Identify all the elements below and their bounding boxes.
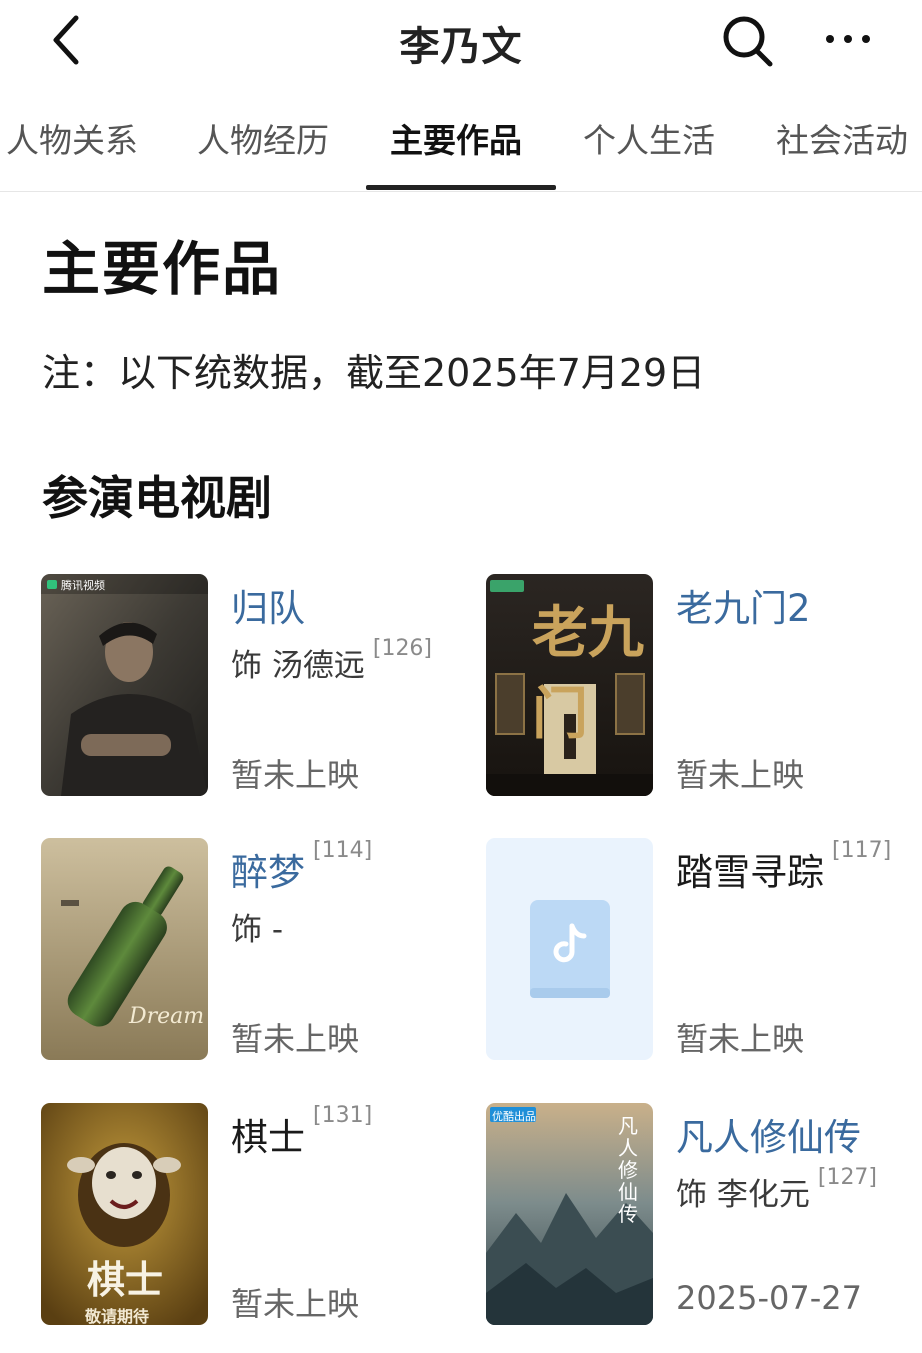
poster-placeholder — [486, 838, 653, 1060]
poster-image: 腾讯视频 — [41, 574, 208, 796]
work-card[interactable]: 优酷出品 凡人修仙传 凡人修仙传 饰 李化元 [127] 2025-07-27 — [486, 1103, 906, 1327]
tab-social-activities[interactable]: 社会活动 — [776, 114, 908, 162]
work-card[interactable]: 踏雪寻踪[117] 暂未上映 — [486, 838, 906, 1062]
release-status: 暂未上映 — [231, 1285, 360, 1323]
work-card[interactable]: 腾讯视频 归队 饰 汤德远 [126] 暂未上映 — [41, 574, 461, 798]
page-title: 李乃文 — [399, 24, 523, 70]
top-bar: 李乃文 — [0, 0, 922, 90]
poster-badge: 优酷出品 — [492, 1110, 536, 1123]
poster-title-art: 凡人修仙传 — [618, 1114, 638, 1226]
poster-badge: 腾讯视频 — [61, 579, 105, 592]
work-title[interactable]: 归队 — [231, 578, 305, 632]
work-card[interactable]: Dream 醉梦[114] 饰 - 暂未上映 — [41, 838, 461, 1062]
search-icon[interactable] — [718, 12, 776, 70]
poster-image: 优酷出品 凡人修仙传 — [486, 1103, 653, 1325]
citation-ref[interactable]: [114] — [313, 838, 372, 863]
section-title: 主要作品 — [42, 235, 283, 303]
work-title[interactable]: 老九门2 — [676, 578, 811, 632]
release-status: 暂未上映 — [231, 1020, 360, 1058]
tab-main-works[interactable]: 主要作品 — [390, 114, 522, 162]
work-role: 饰 汤德远 [126] — [231, 636, 433, 684]
poster-subtitle: 敬请期待 — [85, 1307, 150, 1325]
work-role: 饰 李化元 [127] — [676, 1165, 878, 1213]
poster-image: 老九门 — [486, 574, 653, 796]
citation-ref[interactable]: [126] — [373, 636, 432, 661]
data-note: 注：以下统数据，截至2025年7月29日 — [42, 351, 706, 395]
work-title[interactable]: 棋士[131] — [231, 1103, 372, 1161]
release-date: 2025-07-27 — [676, 1279, 862, 1317]
work-title[interactable]: 醉梦[114] — [231, 838, 372, 896]
poster-title-art: Dream — [129, 1004, 205, 1029]
work-card[interactable]: 老九门 老九门2 暂未上映 — [486, 574, 906, 798]
work-card[interactable]: 棋士 敬请期待 棋士[131] 暂未上映 — [41, 1103, 461, 1327]
tab-personal-life[interactable]: 个人生活 — [583, 114, 715, 162]
poster-image: Dream — [41, 838, 208, 1060]
citation-ref[interactable]: [131] — [313, 1103, 372, 1128]
release-status: 暂未上映 — [231, 756, 360, 794]
tab-relationships[interactable]: 人物关系 — [6, 114, 138, 162]
poster-title-art: 老九门 — [532, 600, 644, 747]
music-note-icon — [553, 923, 587, 963]
tab-experience[interactable]: 人物经历 — [197, 114, 329, 162]
work-title[interactable]: 凡人修仙传 — [676, 1107, 861, 1161]
more-options-icon[interactable] — [824, 24, 872, 54]
tab-bar: 人物关系 人物经历 主要作品 个人生活 社会活动 — [0, 96, 922, 192]
subsection-title: 参演电视剧 — [42, 471, 272, 525]
poster-title-art: 棋士 — [87, 1257, 164, 1302]
work-role: 饰 - — [231, 912, 284, 948]
poster-image: 棋士 敬请期待 — [41, 1103, 208, 1325]
work-title[interactable]: 踏雪寻踪[117] — [676, 838, 891, 896]
release-status: 暂未上映 — [676, 1020, 805, 1058]
citation-ref[interactable]: [127] — [818, 1165, 877, 1190]
release-status: 暂未上映 — [676, 756, 805, 794]
citation-ref[interactable]: [117] — [832, 838, 891, 863]
active-tab-indicator — [366, 185, 556, 190]
